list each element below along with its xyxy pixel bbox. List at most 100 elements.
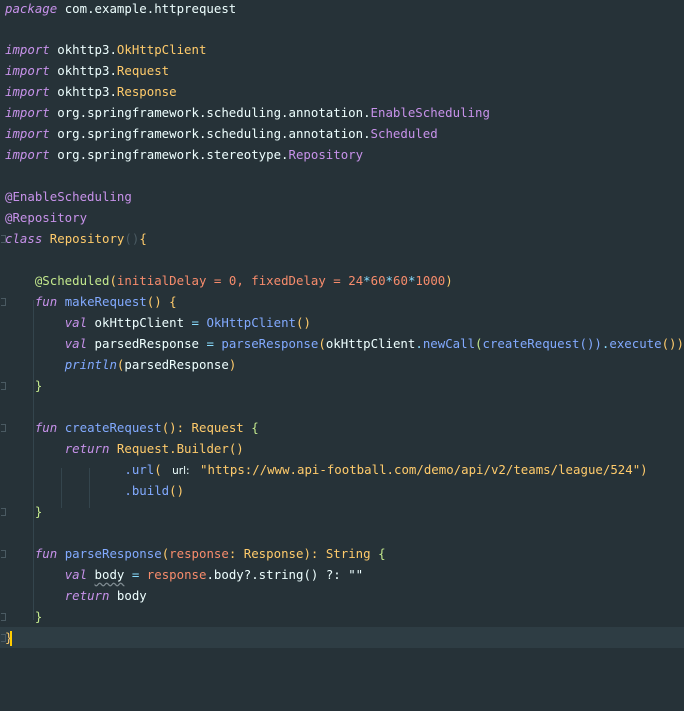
code-line[interactable]: return Request.Builder() bbox=[0, 438, 684, 459]
keyword-fun: fun bbox=[34, 546, 58, 561]
paren: ( bbox=[475, 336, 483, 351]
variable: okHttpClient bbox=[94, 315, 185, 330]
import-path: org.springframework.scheduling.annotatio… bbox=[57, 105, 371, 120]
constructor-call: OkHttpClient bbox=[206, 315, 296, 330]
class-parens: () bbox=[124, 231, 140, 246]
arg-name: initialDelay bbox=[116, 273, 207, 288]
keyword-import: import bbox=[5, 147, 50, 162]
code-line[interactable]: fun makeRequest() { bbox=[0, 291, 684, 312]
variable: parsedResponse bbox=[94, 336, 199, 351]
code-line[interactable]: val body = response.body?.string() ?: "" bbox=[0, 564, 684, 585]
keyword-val: val bbox=[64, 336, 88, 351]
class-name: Repository bbox=[49, 231, 125, 246]
import-path: okhttp3. bbox=[57, 84, 117, 99]
import-class: Response bbox=[116, 84, 177, 99]
url-string: "https://www.api-football.com/demo/api/v… bbox=[200, 462, 641, 477]
keyword-import: import bbox=[5, 105, 50, 120]
paren: ( bbox=[109, 273, 117, 288]
string-literal: "" bbox=[348, 567, 364, 582]
function-call: parseResponse bbox=[221, 336, 319, 351]
code-line[interactable]: } bbox=[0, 501, 684, 522]
code-line-current[interactable]: } bbox=[0, 627, 684, 648]
paren: ()) bbox=[661, 336, 684, 351]
annotation: @EnableScheduling bbox=[5, 189, 132, 204]
number: 60 bbox=[393, 273, 408, 288]
paren: () bbox=[296, 315, 311, 330]
variable: body bbox=[94, 567, 125, 582]
parameter: response bbox=[169, 546, 229, 561]
code-line[interactable]: @Repository bbox=[0, 207, 684, 228]
function-call: println bbox=[64, 357, 117, 372]
keyword-fun: fun bbox=[34, 294, 58, 309]
paren: ) bbox=[228, 357, 237, 372]
code-line[interactable]: class Repository(){ bbox=[0, 228, 684, 249]
code-line[interactable]: import okhttp3.OkHttpClient bbox=[0, 39, 684, 60]
operator: . bbox=[415, 336, 423, 351]
code-line[interactable]: .url( url: "https://www.api-football.com… bbox=[0, 459, 684, 480]
brace: { bbox=[370, 546, 386, 561]
code-line[interactable]: .build() bbox=[0, 480, 684, 501]
code-line[interactable]: import org.springframework.stereotype.Re… bbox=[0, 144, 684, 165]
builder-ref: .Builder bbox=[169, 441, 229, 456]
keyword-import: import bbox=[5, 63, 50, 78]
keyword-import: import bbox=[5, 84, 50, 99]
import-path: okhttp3. bbox=[57, 42, 117, 57]
number: 1000 bbox=[415, 273, 446, 288]
method-call: newCall bbox=[422, 336, 476, 351]
code-line[interactable]: package com.example.httprequest bbox=[0, 0, 684, 19]
paren: ( bbox=[318, 336, 326, 351]
number: 60 bbox=[370, 273, 386, 288]
function-call: createRequest bbox=[482, 336, 580, 351]
import-path: okhttp3. bbox=[57, 63, 117, 78]
operator: = bbox=[325, 273, 349, 288]
keyword-import: import bbox=[5, 42, 50, 57]
param-type: Response bbox=[243, 546, 304, 561]
code-line[interactable]: import okhttp3.Response bbox=[0, 81, 684, 102]
keyword-import: import bbox=[5, 126, 50, 141]
brace: { bbox=[243, 420, 259, 435]
code-line[interactable]: } bbox=[0, 606, 684, 627]
import-class: Request bbox=[116, 63, 170, 78]
code-line[interactable]: val parsedResponse = parseResponse(okHtt… bbox=[0, 333, 684, 354]
brace: } bbox=[34, 378, 43, 393]
method-call: .url bbox=[124, 462, 155, 477]
class-ref: Request bbox=[116, 441, 170, 456]
code-line[interactable]: return body bbox=[0, 585, 684, 606]
operator: * bbox=[385, 273, 394, 288]
function-name: parseResponse bbox=[64, 546, 162, 561]
brace: } bbox=[34, 504, 43, 519]
code-line[interactable]: import org.springframework.scheduling.an… bbox=[0, 102, 684, 123]
variable: parsedResponse bbox=[124, 357, 229, 372]
function-name: createRequest bbox=[64, 420, 162, 435]
variable: okHttpClient bbox=[325, 336, 416, 351]
operator: * bbox=[363, 273, 371, 288]
paren: ): bbox=[303, 546, 326, 561]
signature: () { bbox=[146, 294, 177, 309]
code-line[interactable]: } bbox=[0, 375, 684, 396]
code-line[interactable]: @EnableScheduling bbox=[0, 186, 684, 207]
method-call: execute bbox=[609, 336, 662, 351]
code-line[interactable]: fun createRequest(): Request { bbox=[0, 417, 684, 438]
import-path: org.springframework.stereotype. bbox=[57, 147, 289, 162]
parameter-ref: response bbox=[146, 567, 207, 582]
code-editor[interactable]: package com.example.httprequest import o… bbox=[0, 0, 684, 648]
keyword-fun: fun bbox=[34, 420, 58, 435]
operator: = bbox=[198, 336, 222, 351]
arg-name: fixedDelay bbox=[251, 273, 326, 288]
code-line[interactable]: import org.springframework.scheduling.an… bbox=[0, 123, 684, 144]
import-class: EnableScheduling bbox=[370, 105, 490, 120]
code-line[interactable]: val okHttpClient = OkHttpClient() bbox=[0, 312, 684, 333]
scheduled-annotation: @Scheduled bbox=[34, 273, 110, 288]
import-class: Scheduled bbox=[370, 126, 438, 141]
signature: (): bbox=[161, 420, 192, 435]
code-line[interactable]: import okhttp3.Request bbox=[0, 60, 684, 81]
keyword-package: package bbox=[5, 1, 58, 16]
comma: , bbox=[236, 273, 252, 288]
paren: ) bbox=[640, 462, 648, 477]
operator: = bbox=[206, 273, 229, 288]
keyword-return: return bbox=[64, 588, 110, 603]
return-type: Request bbox=[191, 420, 244, 435]
code-line[interactable]: @Scheduled(initialDelay = 0, fixedDelay … bbox=[0, 270, 684, 291]
code-line[interactable]: fun parseResponse(response: Response): S… bbox=[0, 543, 684, 564]
code-line[interactable]: println(parsedResponse) bbox=[0, 354, 684, 375]
